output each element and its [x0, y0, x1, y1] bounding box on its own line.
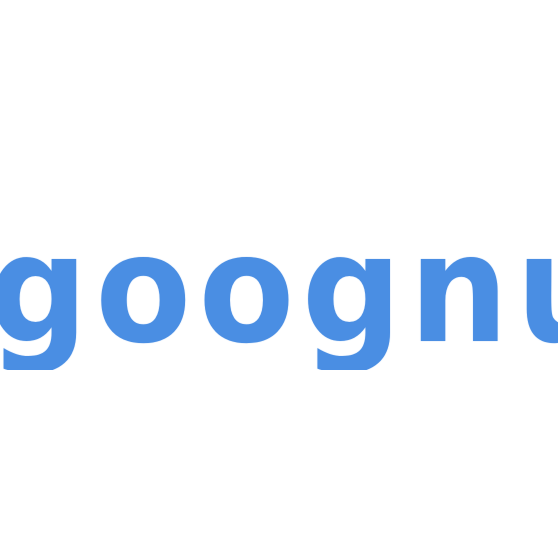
logo-wordmark: goognu [0, 210, 558, 370]
logo-canvas: goognu [0, 0, 558, 558]
brand-logo: goognu [0, 210, 558, 370]
